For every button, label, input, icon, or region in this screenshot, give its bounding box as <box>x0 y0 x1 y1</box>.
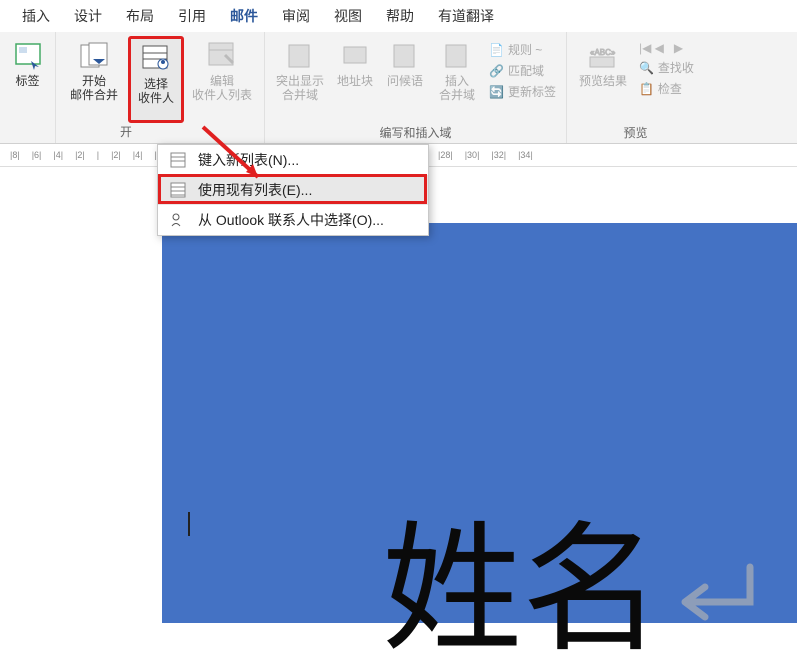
group-preview-label: 预览 <box>623 121 647 143</box>
group-write-label: 编写和插入域 <box>379 121 451 143</box>
start-mail-merge-button[interactable]: 开始 邮件合并 <box>62 36 126 123</box>
check-icon: 📋 <box>639 82 654 96</box>
address-block-button[interactable]: 地址块 <box>331 36 379 121</box>
highlight-label: 突出显示 合并域 <box>276 74 324 102</box>
preview-icon: «ABC» <box>587 40 619 72</box>
edit-recipients-label: 编辑 收件人列表 <box>192 74 252 102</box>
tab-design[interactable]: 设计 <box>62 0 114 32</box>
tab-youdao[interactable]: 有道翻译 <box>426 0 506 32</box>
insert-merge-field-button[interactable]: 插入 合并域 <box>431 36 483 121</box>
use-existing-list-label: 使用现有列表(E)... <box>198 180 312 200</box>
preview-nav-column: |◀ ◀ ▶ 🔍查找收 📋检查 <box>635 36 698 121</box>
document-text[interactable]: 姓名 <box>382 522 662 662</box>
rules-column: 📄规则 ~ 🔗匹配域 🔄更新标签 <box>485 36 560 121</box>
address-icon <box>339 40 371 72</box>
tab-view[interactable]: 视图 <box>322 0 374 32</box>
label-icon <box>12 40 44 72</box>
preview-results-button[interactable]: «ABC» 预览结果 <box>573 36 633 121</box>
ribbon-tabs: 插入 设计 布局 引用 邮件 审阅 视图 帮助 有道翻译 <box>0 0 797 32</box>
paragraph-mark-icon <box>670 557 770 656</box>
insert-field-label: 插入 合并域 <box>439 74 475 102</box>
svg-text:«ABC»: «ABC» <box>590 48 616 57</box>
labels-label: 标签 <box>15 74 39 88</box>
select-recipients-dropdown: 键入新列表(N)... 使用现有列表(E)... 从 Outlook 联系人中选… <box>157 144 429 236</box>
greeting-icon <box>389 40 421 72</box>
group-start: 开始 邮件合并 选择 收件人 编辑 收件人列表 开 <box>56 32 264 143</box>
group-create: 标签 <box>0 32 56 143</box>
insert-field-icon <box>441 40 473 72</box>
group-write: 突出显示 合并域 地址块 问候语 插入 合并域 📄规则 ~ 🔗匹配域 🔄更新标签… <box>264 32 567 143</box>
edit-list-icon <box>206 40 238 72</box>
use-existing-list-item[interactable]: 使用现有列表(E)... <box>158 175 428 205</box>
find-recipient-button[interactable]: 🔍查找收 <box>635 58 698 77</box>
new-list-icon <box>168 150 188 170</box>
start-mail-merge-label: 开始 邮件合并 <box>70 74 118 102</box>
greeting-label: 问候语 <box>387 74 423 88</box>
outlook-contacts-item[interactable]: 从 Outlook 联系人中选择(O)... <box>158 205 428 235</box>
highlight-merge-fields-button[interactable]: 突出显示 合并域 <box>271 36 329 121</box>
update-labels-button[interactable]: 🔄更新标签 <box>485 82 560 101</box>
outlook-contacts-label: 从 Outlook 联系人中选择(O)... <box>198 210 384 230</box>
rules-button[interactable]: 📄规则 ~ <box>485 40 560 59</box>
rules-icon: 📄 <box>489 43 504 57</box>
find-icon: 🔍 <box>639 61 654 75</box>
mail-merge-icon <box>78 40 110 72</box>
highlight-icon <box>284 40 316 72</box>
group-preview: «ABC» 预览结果 |◀ ◀ ▶ 🔍查找收 📋检查 预览 <box>567 32 704 143</box>
existing-list-icon <box>168 180 188 200</box>
match-icon: 🔗 <box>489 64 504 78</box>
address-label: 地址块 <box>337 74 373 88</box>
tab-mailings[interactable]: 邮件 <box>218 0 270 32</box>
recipients-icon <box>140 43 172 75</box>
select-recipients-label: 选择 收件人 <box>138 77 174 105</box>
check-errors-button[interactable]: 📋检查 <box>635 79 698 98</box>
edit-recipients-button[interactable]: 编辑 收件人列表 <box>186 36 258 123</box>
type-new-list-item[interactable]: 键入新列表(N)... <box>158 145 428 175</box>
tab-review[interactable]: 审阅 <box>270 0 322 32</box>
select-recipients-button[interactable]: 选择 收件人 <box>128 36 184 123</box>
greeting-line-button[interactable]: 问候语 <box>381 36 429 121</box>
tab-layout[interactable]: 布局 <box>114 0 166 32</box>
text-cursor <box>188 512 190 536</box>
type-new-list-label: 键入新列表(N)... <box>198 150 299 170</box>
update-icon: 🔄 <box>489 85 504 99</box>
outlook-contacts-icon <box>168 210 188 230</box>
preview-label: 预览结果 <box>579 74 627 88</box>
match-fields-button[interactable]: 🔗匹配域 <box>485 61 560 80</box>
tab-references[interactable]: 引用 <box>166 0 218 32</box>
tab-help[interactable]: 帮助 <box>374 0 426 32</box>
record-nav[interactable]: |◀ ◀ ▶ <box>635 40 698 56</box>
labels-button[interactable]: 标签 <box>1 36 55 138</box>
group-start-label: 开 <box>62 123 132 143</box>
ribbon: 标签 开始 邮件合并 选择 收件人 编辑 收 <box>0 32 797 144</box>
tab-insert[interactable]: 插入 <box>10 0 62 32</box>
